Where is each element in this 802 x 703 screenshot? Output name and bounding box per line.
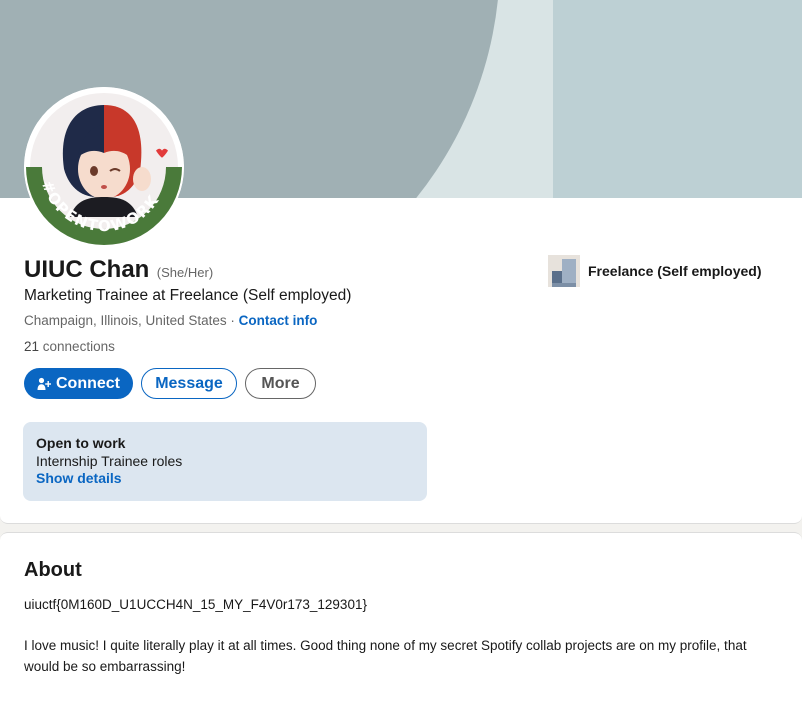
connections-count: 21 connections [24, 339, 115, 354]
connections-label: connections [39, 339, 115, 354]
name-row: UIUC Chan (She/Her) [24, 256, 213, 284]
open-to-work-title: Open to work [36, 435, 126, 451]
about-flag-text: uiuctf{0M160D_U1UCCH4N_15_MY_F4V0r173_12… [24, 597, 367, 612]
current-company[interactable]: Freelance (Self employed) [548, 255, 762, 287]
show-details-link[interactable]: Show details [36, 470, 414, 487]
profile-name: UIUC Chan [24, 256, 150, 283]
company-name: Freelance (Self employed) [588, 263, 762, 279]
about-title: About [24, 559, 82, 581]
location-row: Champaign, Illinois, United States · Con… [24, 313, 317, 328]
add-person-icon [37, 377, 51, 391]
connect-button[interactable]: Connect [24, 368, 133, 399]
open-to-work-card: Open to work Internship Trainee roles Sh… [23, 422, 427, 501]
connect-label: Connect [56, 374, 120, 392]
profile-card: #OPENTOWORK UIUC Chan (She/Her) Marketin… [0, 0, 802, 524]
open-to-work-roles: Internship Trainee roles [36, 453, 183, 469]
about-body: I love music! I quite literally play it … [24, 638, 747, 674]
more-button[interactable]: More [245, 368, 316, 399]
contact-info-link[interactable]: Contact info [239, 313, 318, 328]
profile-pronouns: (She/Her) [156, 265, 214, 280]
profile-headline: Marketing Trainee at Freelance (Self emp… [24, 287, 352, 304]
location-separator: · [226, 313, 239, 328]
profile-location: Champaign, Illinois, United States [24, 313, 227, 328]
about-section: About uiuctf{0M160D_U1UCCH4N_15_MY_F4V0r… [0, 532, 802, 703]
banner-panel [553, 0, 802, 198]
avatar[interactable]: #OPENTOWORK [24, 87, 184, 247]
connections-number: 21 [24, 339, 40, 354]
message-button[interactable]: Message [141, 368, 237, 399]
company-logo [548, 255, 580, 287]
avatar-image: #OPENTOWORK [24, 87, 184, 247]
